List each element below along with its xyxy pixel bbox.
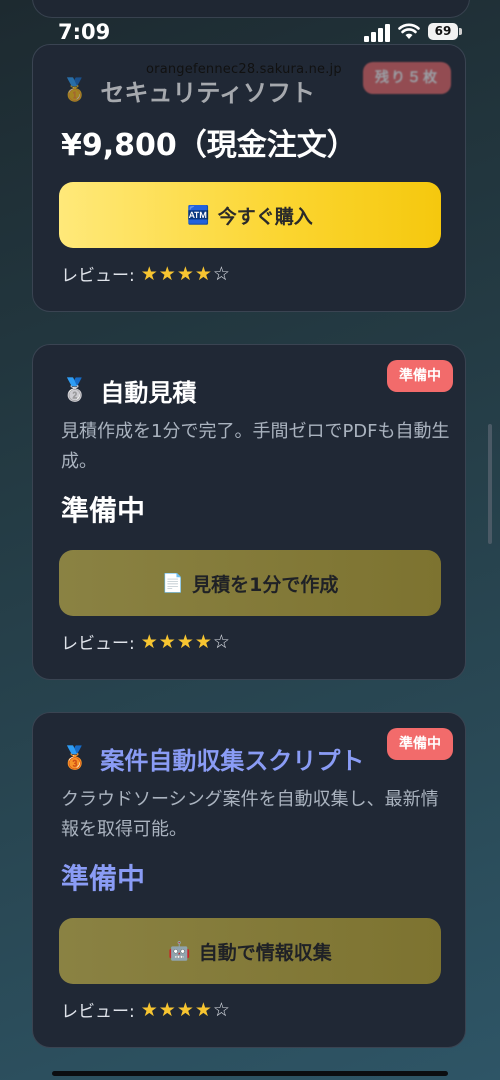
star-filled-icon: ★ <box>158 630 177 653</box>
star-empty-icon: ☆ <box>212 262 231 285</box>
star-filled-icon: ★ <box>194 998 213 1021</box>
product-card-job-scraper: 準備中 🥉 案件自動収集スクリプト クラウドソーシング案件を自動収集し、最新情報… <box>32 712 466 1048</box>
product-card-security-software: 残り５枚 🥇 セキュリティソフト ¥9,800（現金注文） 🏧 今すぐ購入 レビ… <box>32 44 466 312</box>
star-filled-icon: ★ <box>176 630 195 653</box>
star-empty-icon: ☆ <box>212 998 231 1021</box>
star-filled-icon: ★ <box>140 998 159 1021</box>
review-row: レビュー: ★★★★☆ <box>61 629 231 655</box>
battery-indicator: 69 <box>428 23 458 40</box>
card-title-text: 自動見積 <box>100 379 197 407</box>
status-badge: 準備中 <box>387 360 453 392</box>
star-filled-icon: ★ <box>176 998 195 1021</box>
scrollbar[interactable] <box>488 424 492 544</box>
cellular-signal-icon <box>364 24 392 42</box>
card-title-text: 案件自動収集スクリプト <box>100 747 365 775</box>
review-label: レビュー: <box>61 634 135 654</box>
button-label: 自動で情報収集 <box>198 941 332 964</box>
star-filled-icon: ★ <box>140 630 159 653</box>
create-estimate-button[interactable]: 📄 見積を1分で作成 <box>59 550 441 616</box>
robot-icon: 🤖 <box>168 940 191 962</box>
star-empty-icon: ☆ <box>212 630 231 653</box>
star-filled-icon: ★ <box>194 630 213 653</box>
status-badge: 準備中 <box>387 728 453 760</box>
review-row: レビュー: ★★★★☆ <box>61 261 231 287</box>
star-rating: ★★★★☆ <box>141 263 231 285</box>
collect-info-button[interactable]: 🤖 自動で情報収集 <box>59 918 441 984</box>
availability-status: 準備中 <box>61 494 146 527</box>
document-icon: 📄 <box>161 572 185 594</box>
button-label: 見積を1分で作成 <box>192 573 339 596</box>
star-filled-icon: ★ <box>194 262 213 285</box>
price: ¥9,800（現金注文） <box>61 128 357 163</box>
gold-medal-icon: 🥇 <box>61 78 89 103</box>
card-title-link[interactable]: 🥉 案件自動収集スクリプト <box>61 741 364 776</box>
status-time: 7:09 <box>58 20 111 44</box>
card-description: 見積作成を1分で完了。手間ゼロでPDFも自動生成。 <box>61 421 450 472</box>
silver-medal-icon: 🥈 <box>61 378 89 403</box>
review-label: レビュー: <box>61 266 135 286</box>
button-label: 今すぐ購入 <box>217 205 313 228</box>
battery-tip <box>459 28 462 35</box>
buy-now-button[interactable]: 🏧 今すぐ購入 <box>59 182 441 248</box>
star-filled-icon: ★ <box>140 262 159 285</box>
star-filled-icon: ★ <box>158 262 177 285</box>
star-rating: ★★★★☆ <box>141 999 231 1021</box>
card-description: クラウドソーシング案件を自動収集し、最新情報を取得可能。 <box>61 789 439 840</box>
product-card-auto-estimate: 準備中 🥈 自動見積 見積作成を1分で完了。手間ゼロでPDFも自動生成。 準備中… <box>32 344 466 680</box>
atm-icon: 🏧 <box>187 204 210 226</box>
wifi-icon <box>398 22 420 40</box>
review-row: レビュー: ★★★★☆ <box>61 997 231 1023</box>
stock-badge: 残り５枚 <box>363 62 451 94</box>
star-filled-icon: ★ <box>158 998 177 1021</box>
review-label: レビュー: <box>61 1002 135 1022</box>
card-title: 🥇 セキュリティソフト <box>61 73 315 108</box>
card-title-text: セキュリティソフト <box>100 79 315 107</box>
bronze-medal-icon: 🥉 <box>61 746 89 771</box>
star-filled-icon: ★ <box>176 262 195 285</box>
home-indicator[interactable] <box>52 1071 448 1076</box>
availability-status: 準備中 <box>61 862 146 895</box>
star-rating: ★★★★☆ <box>141 631 231 653</box>
card-title: 🥈 自動見積 <box>61 373 196 408</box>
site-url: orangefennec28.sakura.ne.jp <box>146 62 342 77</box>
